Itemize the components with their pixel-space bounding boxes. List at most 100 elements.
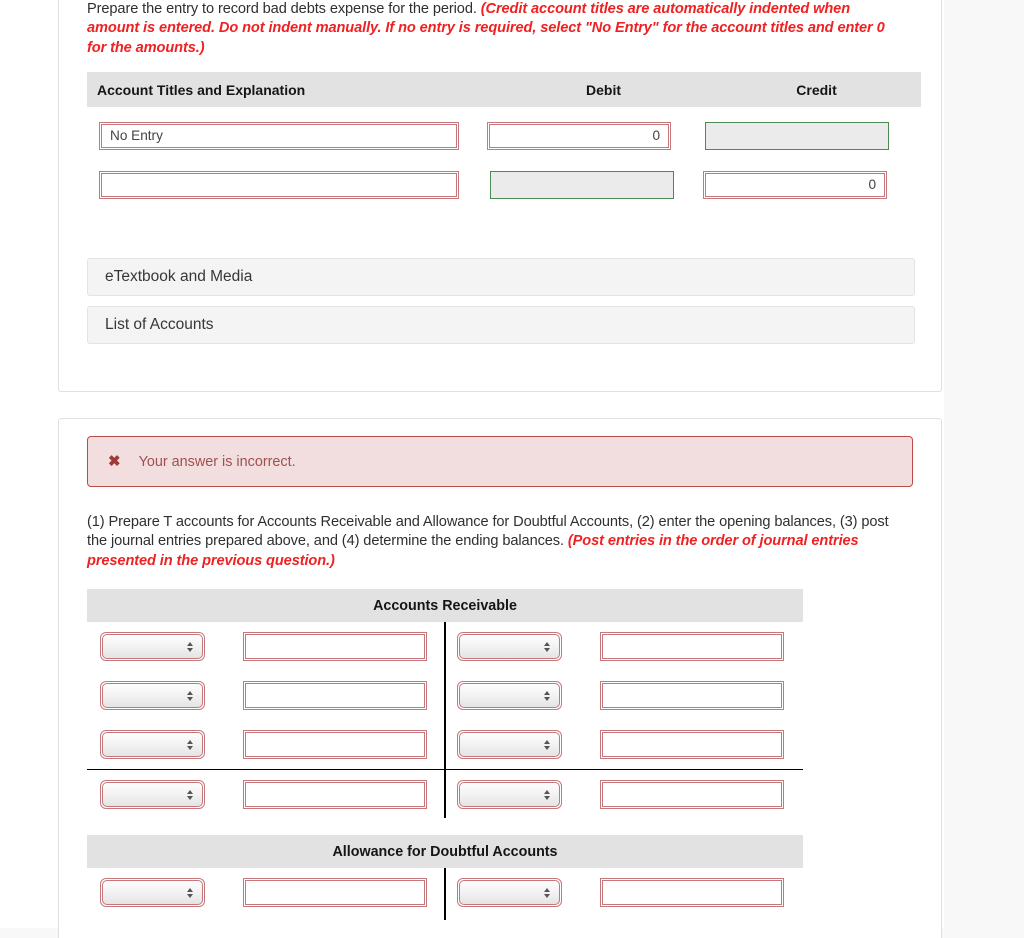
journal-cell-credit xyxy=(703,170,921,199)
taccount-cell-left-select xyxy=(87,730,243,760)
chevron-updown-icon xyxy=(544,690,550,701)
debit-field-1[interactable] xyxy=(487,121,671,150)
account-title-input-2[interactable] xyxy=(102,173,456,196)
ada-right-amount-input-1[interactable] xyxy=(603,881,781,905)
taccount-cell-left-amount xyxy=(243,878,444,908)
chevron-updown-icon xyxy=(187,690,193,701)
x-mark-icon: ✖ xyxy=(108,453,121,470)
taccount-cell-left-amount xyxy=(243,681,444,711)
ar-right-amount-3[interactable] xyxy=(600,730,784,760)
ada-left-amount-input-1[interactable] xyxy=(246,881,424,905)
ar-right-select-1[interactable] xyxy=(457,632,562,662)
ar-left-amount-input-3[interactable] xyxy=(246,733,424,757)
account-title-field-1[interactable] xyxy=(99,121,459,150)
ar-left-amount-input-4[interactable] xyxy=(246,783,424,807)
ar-right-amount-input-3[interactable] xyxy=(603,733,781,757)
journal-cell-debit xyxy=(487,170,705,199)
taccounts-card: ✖ Your answer is incorrect. (1) Prepare … xyxy=(58,418,942,938)
journal-row xyxy=(87,160,921,209)
credit-field-1-disabled xyxy=(705,121,889,150)
list-of-accounts-label: List of Accounts xyxy=(105,316,214,334)
journal-prompt-text: Prepare the entry to record bad debts ex… xyxy=(87,1,481,17)
account-title-input-1[interactable] xyxy=(102,124,456,147)
taccount-vertical-divider xyxy=(444,622,446,819)
ar-right-select-3[interactable] xyxy=(457,730,562,760)
incorrect-answer-banner: ✖ Your answer is incorrect. xyxy=(87,436,913,487)
ar-left-amount-2[interactable] xyxy=(243,681,427,711)
taccount-body xyxy=(87,868,803,921)
taccount-body xyxy=(87,622,803,819)
column-header-debit: Debit xyxy=(586,81,622,98)
taccount-title-allowance-for-doubtful-accounts: Allowance for Doubtful Accounts xyxy=(87,835,803,869)
journal-prompt: Prepare the entry to record bad debts ex… xyxy=(87,0,893,58)
journal-entry-card: Prepare the entry to record bad debts ex… xyxy=(58,0,942,392)
journal-cell-credit xyxy=(705,121,921,150)
taccount-cell-right-select xyxy=(444,681,600,711)
journal-row xyxy=(87,111,921,160)
taccount-cell-right-amount xyxy=(600,730,803,760)
ar-left-amount-input-1[interactable] xyxy=(246,635,424,659)
chevron-updown-icon xyxy=(544,739,550,750)
ada-right-select-1[interactable] xyxy=(457,878,562,908)
etextbook-and-media-button[interactable]: eTextbook and Media xyxy=(87,258,915,297)
ar-right-select-2[interactable] xyxy=(457,681,562,711)
chevron-updown-icon xyxy=(544,789,550,800)
chevron-updown-icon xyxy=(187,739,193,750)
journal-cell-account xyxy=(87,121,487,150)
taccount-cell-right-amount xyxy=(600,878,803,908)
taccount-cell-right-amount xyxy=(600,780,803,810)
chevron-updown-icon xyxy=(187,887,193,898)
ar-left-select-2[interactable] xyxy=(100,681,205,711)
journal-entry-table: Account Titles and Explanation Debit Cre… xyxy=(87,72,921,209)
ar-left-amount-1[interactable] xyxy=(243,632,427,662)
taccount-accounts-receivable: Accounts Receivable xyxy=(87,589,803,819)
taccount-prompt: (1) Prepare T accounts for Accounts Rece… xyxy=(87,513,905,571)
taccount-title-accounts-receivable: Accounts Receivable xyxy=(87,589,803,623)
taccount-cell-left-select xyxy=(87,681,243,711)
ar-left-select-4[interactable] xyxy=(100,780,205,810)
ada-left-select-1[interactable] xyxy=(100,878,205,908)
ar-right-amount-input-4[interactable] xyxy=(603,783,781,807)
taccount-cell-right-select xyxy=(444,632,600,662)
taccount-allowance-for-doubtful-accounts: Allowance for Doubtful Accounts xyxy=(87,835,803,921)
ar-left-amount-3[interactable] xyxy=(243,730,427,760)
taccount-balance-rule xyxy=(87,769,803,771)
journal-cell-debit xyxy=(487,121,705,150)
incorrect-answer-message: Your answer is incorrect. xyxy=(138,453,296,470)
ar-right-amount-input-2[interactable] xyxy=(603,684,781,708)
ar-right-amount-input-1[interactable] xyxy=(603,635,781,659)
taccount-cell-left-amount xyxy=(243,730,444,760)
ada-left-amount-1[interactable] xyxy=(243,878,427,908)
taccount-cell-left-select xyxy=(87,632,243,662)
column-header-account: Account Titles and Explanation xyxy=(97,81,306,98)
taccount-cell-right-amount xyxy=(600,632,803,662)
ar-left-select-1[interactable] xyxy=(100,632,205,662)
account-title-field-2[interactable] xyxy=(99,170,459,199)
list-of-accounts-button[interactable]: List of Accounts xyxy=(87,306,915,345)
journal-cell-account xyxy=(87,170,487,199)
ar-left-amount-4[interactable] xyxy=(243,780,427,810)
page-gutter xyxy=(944,0,1024,928)
ar-left-select-3[interactable] xyxy=(100,730,205,760)
debit-input-1[interactable] xyxy=(490,124,668,147)
chevron-updown-icon xyxy=(187,641,193,652)
ar-right-amount-2[interactable] xyxy=(600,681,784,711)
column-header-credit: Credit xyxy=(796,81,837,98)
ar-right-select-4[interactable] xyxy=(457,780,562,810)
ar-right-amount-4[interactable] xyxy=(600,780,784,810)
ar-left-amount-input-2[interactable] xyxy=(246,684,424,708)
ada-right-amount-1[interactable] xyxy=(600,878,784,908)
assignment-page: Prepare the entry to record bad debts ex… xyxy=(0,0,1024,938)
journal-table-header: Account Titles and Explanation Debit Cre… xyxy=(87,72,921,108)
ar-right-amount-1[interactable] xyxy=(600,632,784,662)
taccount-cell-left-select xyxy=(87,878,243,908)
taccount-cell-left-amount xyxy=(243,632,444,662)
taccount-cell-right-select xyxy=(444,730,600,760)
taccount-cell-right-select xyxy=(444,780,600,810)
taccount-cell-left-amount xyxy=(243,780,444,810)
debit-field-2-disabled xyxy=(490,170,674,199)
credit-field-2[interactable] xyxy=(703,170,887,199)
chevron-updown-icon xyxy=(187,789,193,800)
chevron-updown-icon xyxy=(544,887,550,898)
credit-input-2[interactable] xyxy=(706,173,884,196)
